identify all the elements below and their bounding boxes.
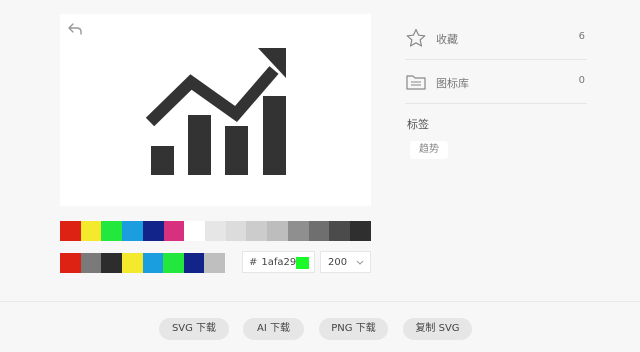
color-swatch[interactable]: [205, 221, 226, 241]
color-swatch[interactable]: [142, 221, 164, 241]
color-palette-row-1: [60, 221, 371, 241]
library-row[interactable]: 图标库 0: [405, 59, 587, 104]
color-swatch[interactable]: [80, 253, 102, 273]
chevron-down-icon: [356, 260, 364, 265]
color-swatch[interactable]: [184, 221, 206, 241]
tags-title: 标签: [407, 118, 429, 131]
favorites-label: 收藏: [436, 33, 458, 46]
color-swatch[interactable]: [142, 253, 164, 273]
color-swatch[interactable]: [60, 253, 81, 273]
footer-divider: [0, 301, 640, 302]
folder-list-icon[interactable]: [405, 72, 427, 92]
png-download-button[interactable]: PNG 下载: [319, 318, 388, 340]
hex-value: 1afa29: [261, 257, 297, 268]
hex-color-input[interactable]: #1afa29: [242, 251, 315, 273]
color-swatch[interactable]: [121, 253, 143, 273]
copy-svg-button[interactable]: 复制 SVG: [403, 318, 472, 340]
ai-download-button[interactable]: AI 下载: [243, 318, 304, 340]
svg-download-button[interactable]: SVG 下载: [159, 318, 229, 340]
library-label: 图标库: [436, 77, 469, 90]
color-swatch[interactable]: [350, 221, 371, 241]
color-swatch[interactable]: [204, 253, 225, 273]
size-value: 200: [328, 257, 348, 268]
current-color-chip: [296, 257, 309, 269]
color-swatch[interactable]: [101, 221, 123, 241]
color-swatch[interactable]: [183, 253, 205, 273]
undo-arrow-icon[interactable]: [67, 22, 83, 36]
color-swatch[interactable]: [308, 221, 330, 241]
favorites-count: 6: [578, 31, 585, 42]
library-count: 0: [578, 75, 585, 86]
trend-chart-icon: [145, 48, 286, 175]
color-swatch[interactable]: [163, 253, 184, 273]
color-swatch[interactable]: [225, 221, 247, 241]
icon-preview: [60, 14, 371, 206]
color-swatch[interactable]: [267, 221, 288, 241]
favorites-row[interactable]: 收藏 6: [405, 15, 587, 60]
color-swatch[interactable]: [287, 221, 309, 241]
color-swatch[interactable]: [60, 221, 81, 241]
star-icon[interactable]: [405, 28, 427, 48]
color-swatch[interactable]: [101, 253, 122, 273]
color-swatch[interactable]: [329, 221, 351, 241]
color-palette-row-2: [60, 253, 225, 273]
color-swatch[interactable]: [122, 221, 143, 241]
hash-label: #: [249, 257, 258, 268]
color-swatch[interactable]: [163, 221, 185, 241]
color-swatch[interactable]: [80, 221, 102, 241]
size-select[interactable]: 200: [320, 251, 371, 273]
tag-chip[interactable]: 趋势: [410, 141, 448, 159]
color-swatch[interactable]: [246, 221, 268, 241]
